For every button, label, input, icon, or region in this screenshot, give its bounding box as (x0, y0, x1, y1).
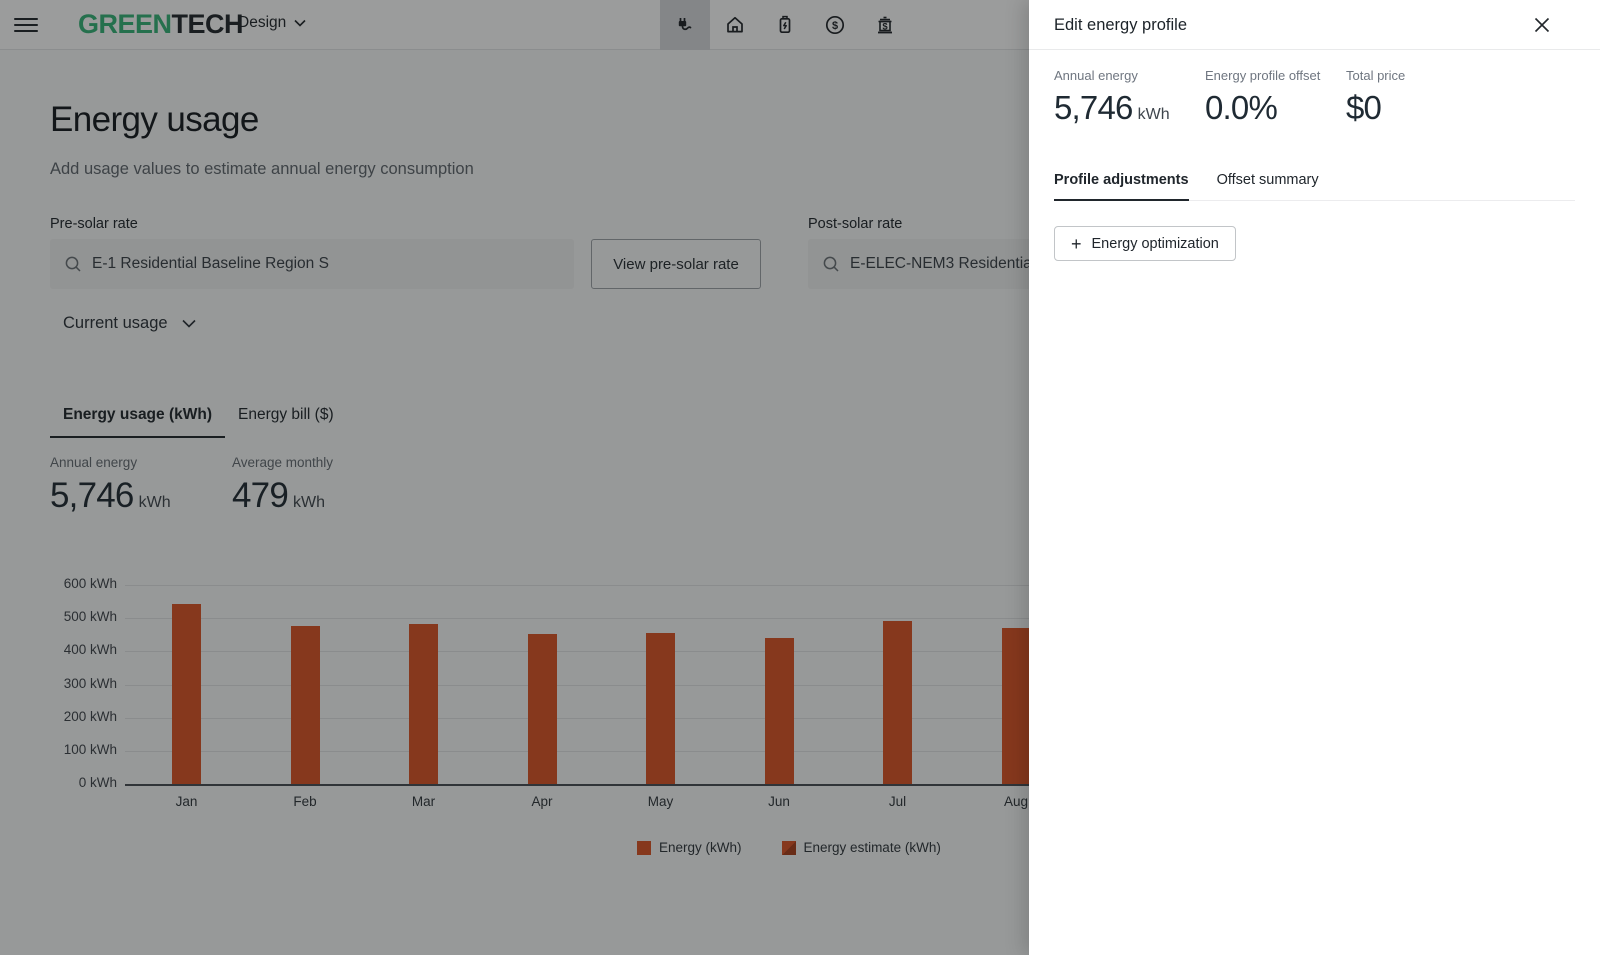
drawer-offset-value: 0.0% (1205, 89, 1346, 127)
drawer-backdrop[interactable] (0, 0, 1029, 955)
drawer-offset-label: Energy profile offset (1205, 68, 1346, 83)
drawer-stats: Annual energy 5,746kWh Energy profile of… (1054, 68, 1405, 127)
drawer-total-price-value: $0 (1346, 89, 1405, 127)
plus-icon: + (1071, 235, 1082, 253)
drawer-total-price-label: Total price (1346, 68, 1405, 83)
energy-optimization-label: Energy optimization (1092, 236, 1219, 252)
drawer-offset-stat: Energy profile offset 0.0% (1205, 68, 1346, 127)
edit-energy-profile-drawer: Edit energy profile Annual energy 5,746k… (1029, 0, 1600, 955)
drawer-annual-energy-unit: kWh (1138, 106, 1170, 123)
tab-profile-adjustments[interactable]: Profile adjustments (1054, 168, 1189, 200)
drawer-annual-energy-label: Annual energy (1054, 68, 1205, 83)
app-window: GREENTECH Design (0, 0, 1600, 955)
drawer-title: Edit energy profile (1054, 16, 1187, 35)
drawer-annual-energy-value: 5,746kWh (1054, 89, 1205, 127)
drawer-header: Edit energy profile (1029, 0, 1600, 50)
energy-optimization-button[interactable]: + Energy optimization (1054, 226, 1236, 261)
close-icon[interactable] (1532, 15, 1552, 35)
drawer-tabs: Profile adjustments Offset summary (1054, 168, 1575, 201)
drawer-annual-energy-stat: Annual energy 5,746kWh (1054, 68, 1205, 127)
tab-offset-summary[interactable]: Offset summary (1217, 168, 1319, 200)
drawer-total-price-stat: Total price $0 (1346, 68, 1405, 127)
